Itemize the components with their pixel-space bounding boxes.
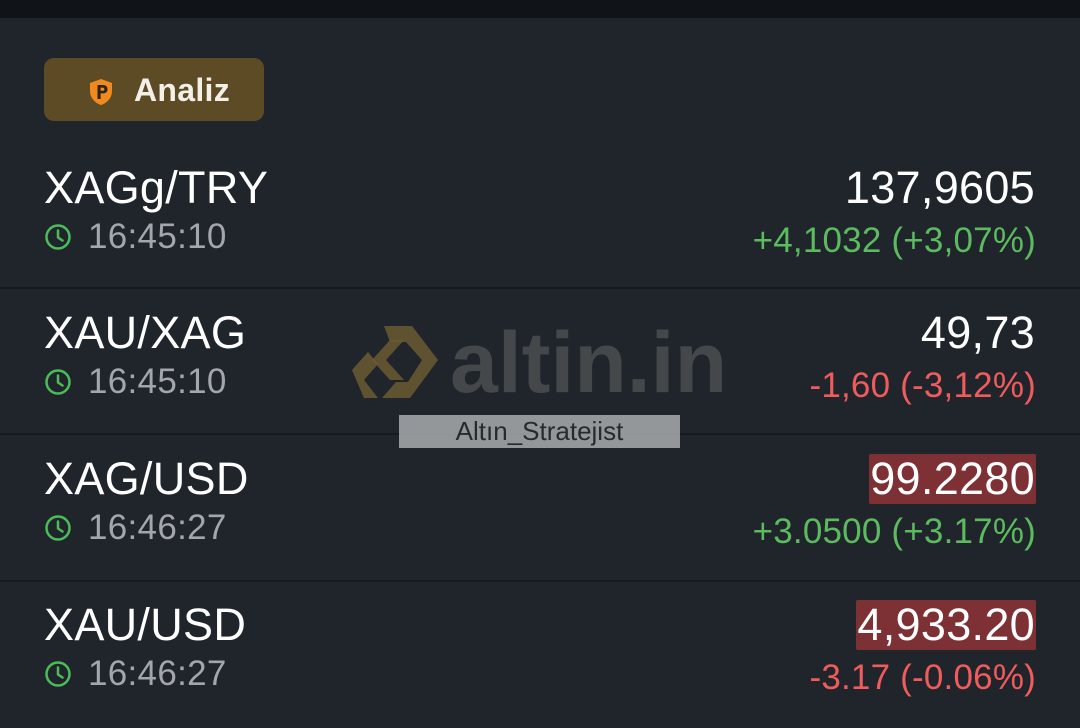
clock-icon: [45, 369, 71, 395]
quote-time-wrap: 16:45:10: [44, 219, 227, 255]
quote-time: 16:45:10: [88, 362, 227, 401]
quote-symbol: XAG/USD: [44, 453, 249, 504]
analiz-button-label: Analiz: [134, 71, 231, 108]
status-bar: [0, 0, 1080, 18]
clock-icon: [45, 661, 71, 687]
quote-time-wrap: 16:46:27: [44, 656, 227, 692]
quote-time: 16:45:10: [88, 217, 227, 256]
quote-time-wrap: 16:46:27: [44, 510, 227, 546]
quote-symbol: XAU/XAG: [44, 307, 247, 358]
quote-price: 99.2280: [869, 453, 1036, 504]
analiz-button[interactable]: Analiz: [44, 58, 264, 121]
quote-row-xagusd[interactable]: XAG/USD 16:46:27 99.2280 +3.0500 (+3.17%…: [0, 436, 1080, 582]
clock-icon: [45, 224, 71, 250]
row-divider: [0, 433, 1080, 435]
quote-symbol: XAU/USD: [44, 599, 247, 650]
quote-row-xaggtry[interactable]: XAGg/TRY 16:45:10 137,9605 +4,1032 (+3,0…: [0, 145, 1080, 291]
quote-time: 16:46:27: [88, 508, 227, 547]
quote-change: +3.0500 (+3.17%): [752, 512, 1036, 551]
quote-price: 49,73: [920, 307, 1035, 358]
quote-row-xauxag[interactable]: XAU/XAG 16:45:10 49,73 -1,60 (-3,12%): [0, 290, 1080, 436]
quote-symbol: XAGg/TRY: [44, 162, 269, 213]
quote-change: +4,1032 (+3,07%): [752, 221, 1036, 260]
quote-time: 16:46:27: [88, 654, 227, 693]
quote-time-wrap: 16:45:10: [44, 364, 227, 400]
clock-icon: [45, 515, 71, 541]
quote-change: -1,60 (-3,12%): [809, 366, 1036, 405]
shield-p-icon: [90, 79, 112, 105]
row-divider: [0, 287, 1080, 289]
quote-price: 137,9605: [844, 162, 1035, 213]
quote-change: -3.17 (-0.06%): [809, 658, 1036, 697]
quote-price: 4,933.20: [856, 599, 1036, 650]
quote-row-xauusd[interactable]: XAU/USD 16:46:27 4,933.20 -3.17 (-0.06%): [0, 582, 1080, 728]
